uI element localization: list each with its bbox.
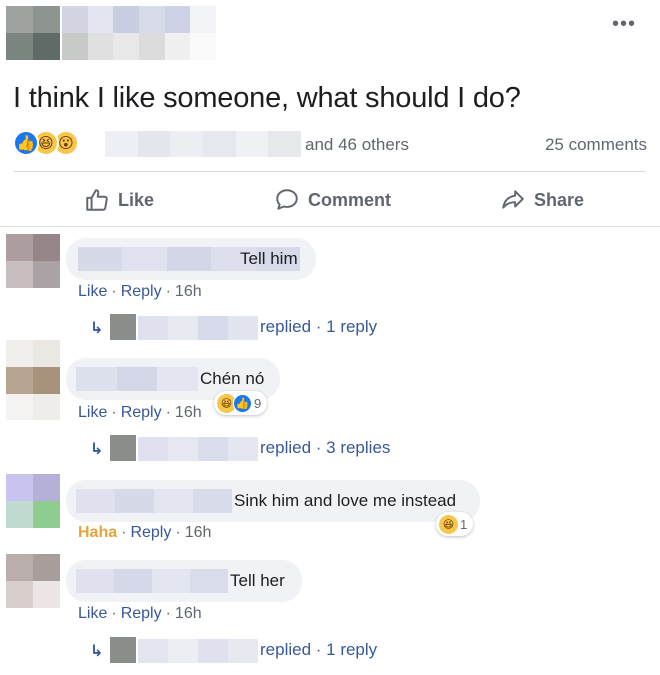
reaction-count: 1	[460, 516, 468, 532]
commenter-avatar[interactable]	[6, 234, 60, 288]
replier-name-blurred	[138, 639, 258, 663]
comment-text: Sink him and love me instead	[234, 491, 457, 510]
comment-timestamp[interactable]: 16h	[185, 524, 212, 541]
share-button-label: Share	[534, 189, 585, 210]
comment-meta: Haha · Reply · 16h	[78, 524, 211, 542]
poster-name-blurred[interactable]	[62, 6, 216, 60]
like-button-label: Like	[118, 189, 155, 210]
commenter-avatar[interactable]	[6, 474, 60, 528]
poster-avatar-blurred[interactable]	[6, 6, 60, 60]
replier-avatar	[110, 435, 136, 461]
replier-name-blurred	[138, 316, 258, 340]
comment-meta: Like · Reply · 16h	[78, 404, 202, 422]
commenter-avatar[interactable]	[6, 340, 60, 394]
comment-text: Tell him	[240, 249, 298, 268]
post-action-bar: Like Comment Share	[0, 178, 660, 222]
comment-timestamp[interactable]: 16h	[175, 605, 202, 622]
separator-dot: ·	[165, 605, 171, 622]
and-others-link[interactable]: and 46 others	[305, 135, 409, 155]
share-arrow-icon	[502, 190, 524, 209]
comment-meta: Like · Reply · 16h	[78, 605, 202, 623]
like-icon: 👍	[233, 393, 252, 413]
more-options-icon[interactable]: •••	[612, 14, 636, 34]
comment-haha-link[interactable]: Haha	[78, 524, 117, 541]
like-button[interactable]: Like	[84, 178, 154, 222]
separator-dot: ·	[121, 524, 127, 541]
comment-bubble: Tell him	[66, 238, 316, 280]
commenter-name-blurred[interactable]	[76, 569, 228, 593]
comment-reply-link[interactable]: Reply	[121, 283, 162, 300]
share-button[interactable]: Share	[500, 178, 584, 222]
comment-reply-link[interactable]: Reply	[121, 404, 162, 421]
comment-like-link[interactable]: Like	[78, 283, 107, 300]
replies-link[interactable]: replied · 1 reply	[260, 317, 377, 337]
comment-text: Chén nó	[200, 369, 265, 388]
replies-link[interactable]: replied · 3 replies	[260, 438, 390, 458]
divider	[13, 171, 646, 172]
like-icon: 👍	[13, 130, 39, 156]
reply-arrow-icon: ↳	[90, 643, 104, 660]
separator-dot: ·	[111, 605, 117, 622]
comment-button-label: Comment	[308, 189, 392, 210]
post-text: I think I like someone, what should I do…	[13, 82, 521, 114]
comment-reply-link[interactable]: Reply	[121, 605, 162, 622]
reply-arrow-icon: ↳	[90, 320, 104, 337]
commenter-name-blurred[interactable]	[76, 489, 232, 513]
haha-icon: 😆	[439, 514, 458, 534]
separator-dot: ·	[165, 404, 171, 421]
thumbs-up-icon	[86, 189, 108, 211]
comment-timestamp[interactable]: 16h	[175, 404, 202, 421]
separator-dot: ·	[165, 283, 171, 300]
comment-reactions-badge[interactable]: 😆 👍 9	[214, 391, 268, 415]
replier-name-blurred	[138, 437, 258, 461]
comment-bubble: Sink him and love me instead	[66, 480, 480, 522]
replier-avatar	[110, 314, 136, 340]
comments-count-link[interactable]: 25 comments	[545, 135, 647, 155]
separator-dot: ·	[111, 404, 117, 421]
comment-timestamp[interactable]: 16h	[175, 283, 202, 300]
comment-like-link[interactable]: Like	[78, 605, 107, 622]
comment-reply-link[interactable]: Reply	[130, 524, 171, 541]
comment-button[interactable]: Comment	[274, 178, 391, 222]
divider	[0, 226, 660, 227]
comment-bubble-icon	[276, 189, 298, 210]
comment-meta: Like · Reply · 16h	[78, 283, 202, 301]
replier-avatar	[110, 637, 136, 663]
reactor-names-blurred[interactable]	[105, 131, 302, 157]
commenter-name-blurred[interactable]	[76, 367, 199, 391]
separator-dot: ·	[175, 524, 181, 541]
commenter-avatar-extension	[6, 394, 60, 420]
replies-link[interactable]: replied · 1 reply	[260, 640, 377, 660]
commenter-avatar[interactable]	[6, 554, 60, 608]
comment-bubble: Tell her	[66, 560, 302, 602]
reaction-count: 9	[254, 395, 262, 411]
separator-dot: ·	[111, 283, 117, 300]
comment-reactions-badge[interactable]: 😆 1	[436, 512, 474, 536]
comment-like-link[interactable]: Like	[78, 404, 107, 421]
reply-arrow-icon: ↳	[90, 441, 104, 458]
reactions-summary[interactable]: 👍 😆 😮 and 46 others 25 comments	[13, 130, 649, 160]
comment-text: Tell her	[230, 571, 285, 590]
